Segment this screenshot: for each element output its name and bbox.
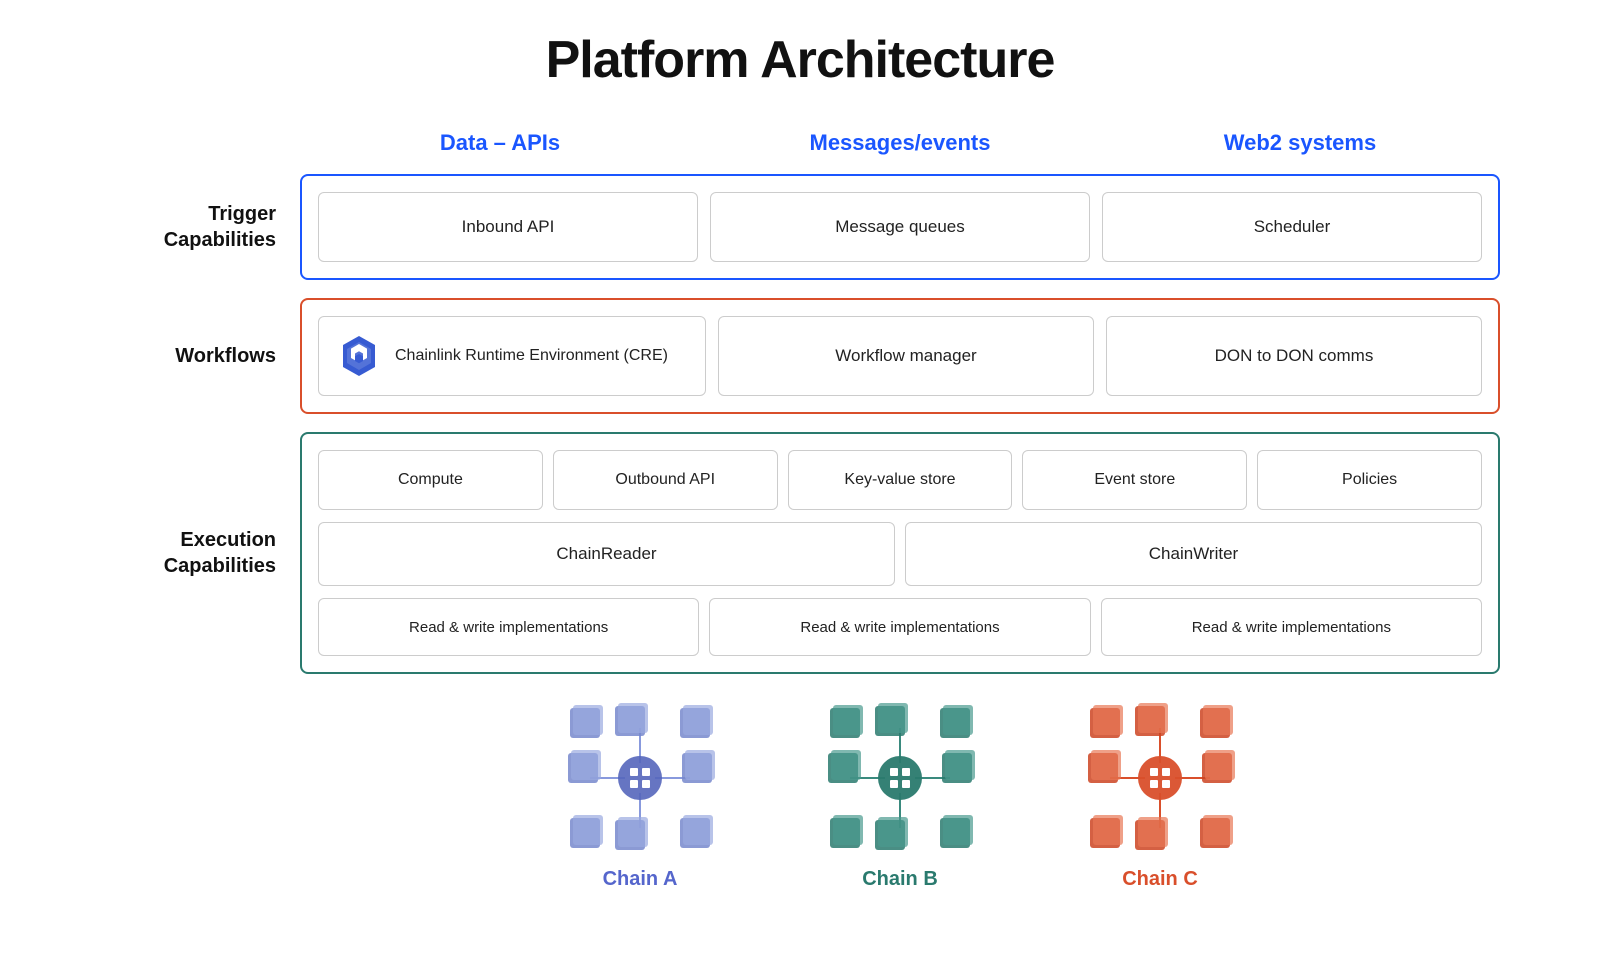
workflows-cells: Chainlink Runtime Environment (CRE) Work… [318,316,1482,396]
trigger-cells: Inbound API Message queues Scheduler [318,192,1482,262]
inbound-api-cell: Inbound API [318,192,698,262]
workflow-manager-cell: Workflow manager [718,316,1094,396]
chain-c-item: Chain C [1080,698,1240,891]
key-value-store-cell: Key-value store [788,450,1013,510]
exec-row2: ChainReader ChainWriter [318,522,1482,586]
cre-text: Chainlink Runtime Environment (CRE) [395,345,668,367]
execution-content: Compute Outbound API Key-value store Eve… [300,432,1500,674]
exec-row3: Read & write implementations Read & writ… [318,598,1482,656]
chain-reader-cell: ChainReader [318,522,895,586]
chain-b-label: Chain B [862,868,938,891]
page-container: Platform Architecture Data – APIs Messag… [100,30,1500,891]
architecture-grid: Data – APIs Messages/events Web2 systems… [100,130,1500,674]
chain-a-diagram [560,698,720,858]
chain-a-label: Chain A [603,868,678,891]
workflows-row: Workflows Chainlink Runtime Environment … [100,298,1500,414]
execution-cells: Compute Outbound API Key-value store Eve… [318,450,1482,656]
chainlink-icon [337,334,381,378]
scheduler-cell: Scheduler [1102,192,1482,262]
chain-c-diagram [1080,698,1240,858]
page-title: Platform Architecture [100,30,1500,90]
compute-cell: Compute [318,450,543,510]
policies-cell: Policies [1257,450,1482,510]
trigger-label: TriggerCapabilities [100,174,300,280]
execution-label: ExecutionCapabilities [100,432,300,674]
trigger-content: Inbound API Message queues Scheduler [300,174,1500,280]
chain-b-item: Chain B [820,698,980,891]
workflows-content: Chainlink Runtime Environment (CRE) Work… [300,298,1500,414]
rw-impl-cell-1: Read & write implementations [318,598,699,656]
don-comms-cell: DON to DON comms [1106,316,1482,396]
chain-a-item: Chain A [560,698,720,891]
workflows-label: Workflows [100,298,300,414]
column-headers: Data – APIs Messages/events Web2 systems [300,130,1500,156]
chains-row: Chain A [100,698,1500,891]
message-queues-cell: Message queues [710,192,1090,262]
trigger-row: TriggerCapabilities Inbound API Message … [100,174,1500,280]
execution-row: ExecutionCapabilities Compute Outbound A… [100,432,1500,674]
event-store-cell: Event store [1022,450,1247,510]
outbound-api-cell: Outbound API [553,450,778,510]
col-header-messages: Messages/events [700,130,1100,156]
rw-impl-cell-2: Read & write implementations [709,598,1090,656]
cre-cell: Chainlink Runtime Environment (CRE) [318,316,706,396]
col-header-data-apis: Data – APIs [300,130,700,156]
chain-b-diagram [820,698,980,858]
col-header-web2: Web2 systems [1100,130,1500,156]
rw-impl-cell-3: Read & write implementations [1101,598,1482,656]
chain-c-label: Chain C [1122,868,1198,891]
chain-writer-cell: ChainWriter [905,522,1482,586]
exec-row1: Compute Outbound API Key-value store Eve… [318,450,1482,510]
